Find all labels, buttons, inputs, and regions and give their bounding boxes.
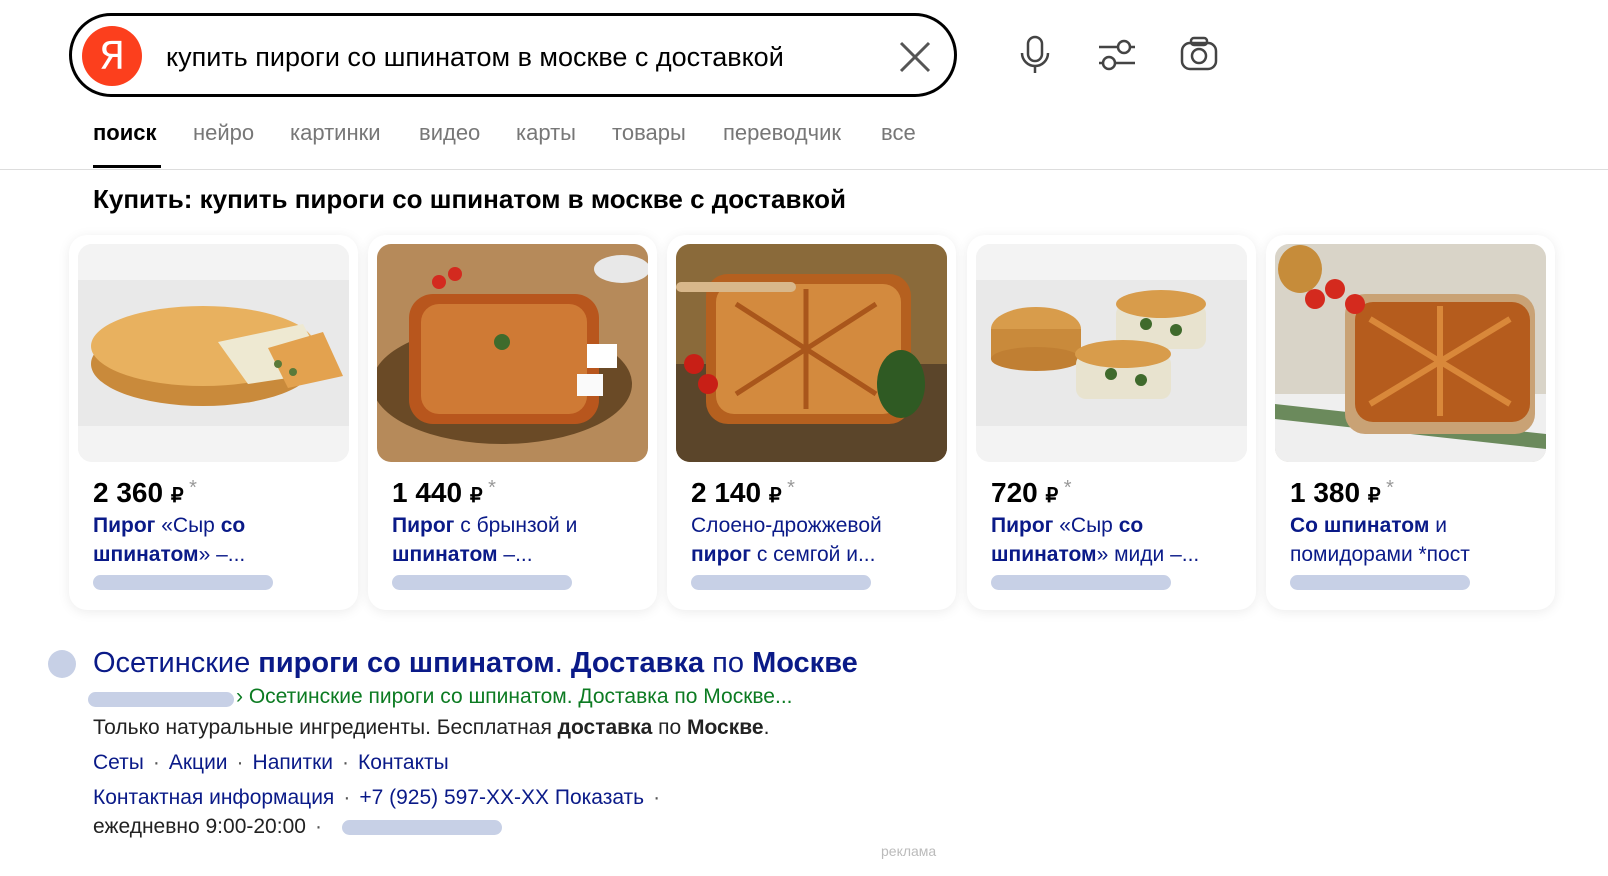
shopping-title: Купить: купить пироги со шпинатом в моск…: [93, 184, 847, 214]
result-breadcrumb-link[interactable]: › Осетинские пироги со шпинатом. Доставк…: [236, 685, 793, 709]
product-price: 2 140 ₽ *: [691, 477, 795, 508]
site-favicon: [48, 650, 76, 678]
sitelink[interactable]: Контакты: [358, 751, 449, 774]
product-image[interactable]: [78, 244, 349, 462]
sitelinks: Сеты · Акции · Напитки · Контакты: [93, 751, 449, 775]
contact-info-link[interactable]: Контактная информация: [93, 786, 334, 809]
sitelink[interactable]: Напитки: [253, 751, 333, 774]
tab-translator[interactable]: переводчик: [723, 120, 841, 146]
product-image[interactable]: [976, 244, 1247, 462]
shop-name-placeholder: [691, 575, 871, 590]
separator: ·: [236, 751, 244, 774]
result-snippet: Только натуральные ингредиенты. Бесплатн…: [93, 716, 770, 739]
filters-icon[interactable]: [1095, 33, 1139, 77]
product-image[interactable]: [1275, 244, 1546, 462]
address-placeholder: [342, 820, 502, 835]
url-domain-placeholder: [88, 692, 234, 707]
product-card[interactable]: 1 380 ₽ * Со шпинатом и помидорами *пост: [1266, 235, 1555, 610]
product-price: 1 380 ₽ *: [1290, 477, 1394, 508]
product-title-link[interactable]: Пирог «Сыр со шпинатом» –...: [93, 511, 343, 569]
close-icon[interactable]: [898, 40, 932, 74]
separator: ·: [653, 786, 661, 809]
contact-line: Контактная информация · +7 (925) 597-XX-XX…: [93, 786, 669, 810]
product-card[interactable]: 1 440 ₽ * Пирог с брынзой и шпинатом –...: [368, 235, 657, 610]
tab-video[interactable]: видео: [419, 120, 480, 146]
tab-maps[interactable]: карты: [516, 120, 576, 146]
opening-hours: ежедневно 9:00-20:00 ·: [93, 815, 322, 838]
shop-name-placeholder: [1290, 575, 1470, 590]
product-title-link[interactable]: Слоено-дрожжевой пирог с семгой и...: [691, 511, 941, 569]
product-title-link[interactable]: Пирог «Сыр со шпинатом» миди –...: [991, 511, 1241, 569]
product-image[interactable]: [676, 244, 947, 462]
product-card[interactable]: 2 140 ₽ * Слоено-дрожжевой пирог с семгой…: [667, 235, 956, 610]
search-bar[interactable]: Я купить пироги со шпинатом в москве с д…: [69, 13, 957, 97]
product-card[interactable]: 720 ₽ * Пирог «Сыр со шпинатом» миди –...: [967, 235, 1256, 610]
ad-label: реклама: [881, 843, 937, 859]
product-price: 720 ₽ *: [991, 477, 1072, 508]
show-phone-link[interactable]: Показать: [555, 786, 644, 809]
separator: ·: [343, 786, 351, 809]
shop-name-placeholder: [991, 575, 1171, 590]
tab-products[interactable]: товары: [612, 120, 686, 146]
result-title-link[interactable]: Осетинские пироги со шпинатом. Доставка …: [93, 647, 858, 680]
tab-all[interactable]: все: [881, 120, 916, 146]
product-title-link[interactable]: Со шпинатом и помидорами *пост: [1290, 511, 1540, 569]
active-tab-indicator: [93, 165, 161, 168]
phone-link[interactable]: +7 (925) 597-XX-XX: [359, 786, 549, 809]
tab-images[interactable]: картинки: [290, 120, 381, 146]
separator: ·: [342, 751, 350, 774]
tabs-divider: [0, 169, 1608, 170]
product-card[interactable]: 2 360 ₽ * Пирог «Сыр со шпинатом» –...: [69, 235, 358, 610]
search-input[interactable]: купить пироги со шпинатом в москве с дос…: [166, 42, 784, 73]
product-image[interactable]: [377, 244, 648, 462]
tab-neuro[interactable]: нейро: [193, 120, 254, 146]
camera-search-icon[interactable]: [1177, 33, 1221, 77]
sitelink[interactable]: Сеты: [93, 751, 144, 774]
product-price: 1 440 ₽ *: [392, 477, 496, 508]
tab-search[interactable]: поиск: [93, 120, 157, 146]
separator: ·: [152, 751, 160, 774]
shop-name-placeholder: [93, 575, 273, 590]
yandex-logo[interactable]: Я: [82, 26, 142, 86]
sitelink[interactable]: Акции: [169, 751, 228, 774]
product-title-link[interactable]: Пирог с брынзой и шпинатом –...: [392, 511, 642, 569]
separator: ·: [314, 815, 322, 838]
shop-name-placeholder: [392, 575, 572, 590]
microphone-icon[interactable]: [1013, 33, 1057, 77]
product-price: 2 360 ₽ *: [93, 477, 197, 508]
